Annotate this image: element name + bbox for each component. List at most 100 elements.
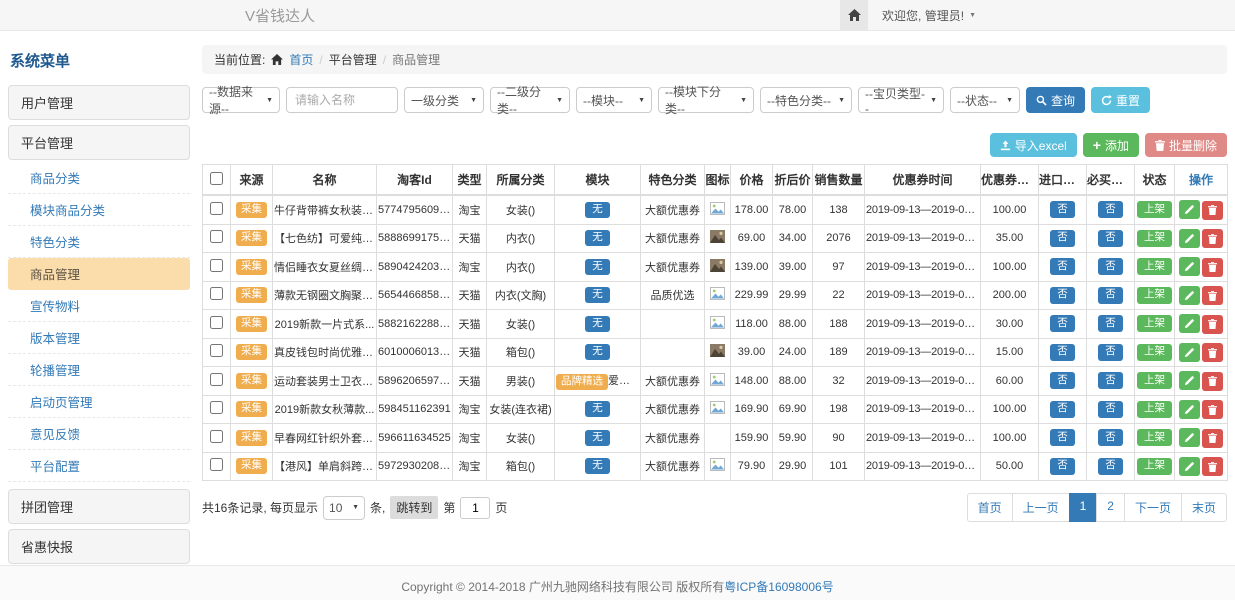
filter-select[interactable]: --模块下分类--▼ <box>658 87 754 113</box>
reset-button[interactable]: 重置 <box>1091 87 1150 113</box>
edit-button[interactable] <box>1179 457 1200 476</box>
edit-button[interactable] <box>1179 257 1200 276</box>
must-buy-toggle[interactable]: 否 <box>1098 230 1123 247</box>
must-buy-toggle[interactable]: 否 <box>1098 315 1123 332</box>
edit-button[interactable] <box>1179 400 1200 419</box>
delete-button[interactable] <box>1202 286 1223 305</box>
sidebar-item[interactable]: 意见反馈 <box>8 418 190 450</box>
row-checkbox[interactable] <box>210 401 223 414</box>
sidebar-item[interactable]: 商品管理 <box>8 258 190 290</box>
import-select-toggle[interactable]: 否 <box>1050 287 1075 304</box>
sidebar-section-header[interactable]: 用户管理 <box>8 85 190 120</box>
must-buy-toggle[interactable]: 否 <box>1098 344 1123 361</box>
sidebar-item[interactable]: 平台配置 <box>8 450 190 482</box>
sidebar-item[interactable]: 宣传物料 <box>8 290 190 322</box>
delete-button[interactable] <box>1202 229 1223 248</box>
user-menu[interactable]: 欢迎您, 管理员! ▼ <box>868 0 990 30</box>
must-buy-toggle[interactable]: 否 <box>1098 401 1123 418</box>
import-excel-button[interactable]: 导入excel <box>990 133 1077 157</box>
status-toggle[interactable]: 上架 <box>1137 458 1172 475</box>
sidebar-item[interactable]: 模块商品分类 <box>8 194 190 226</box>
delete-button[interactable] <box>1202 429 1223 448</box>
breadcrumb-home-link[interactable]: 首页 <box>289 51 313 68</box>
filter-select[interactable]: --数据来源--▼ <box>202 87 280 113</box>
status-toggle[interactable]: 上架 <box>1137 230 1172 247</box>
delete-button[interactable] <box>1202 315 1223 334</box>
page-number-input[interactable] <box>460 497 490 519</box>
edit-button[interactable] <box>1179 200 1200 219</box>
row-checkbox[interactable] <box>210 458 223 471</box>
pager-item[interactable]: 1 <box>1069 493 1098 522</box>
must-buy-toggle[interactable]: 否 <box>1098 458 1123 475</box>
import-select-toggle[interactable]: 否 <box>1050 401 1075 418</box>
row-checkbox[interactable] <box>210 344 223 357</box>
sidebar-section-header[interactable]: 省惠快报 <box>8 529 190 564</box>
delete-button[interactable] <box>1202 400 1223 419</box>
row-checkbox[interactable] <box>210 287 223 300</box>
pager-item[interactable]: 下一页 <box>1124 493 1182 522</box>
delete-button[interactable] <box>1202 201 1223 220</box>
pager-item[interactable]: 2 <box>1096 493 1125 522</box>
status-toggle[interactable]: 上架 <box>1137 344 1172 361</box>
status-toggle[interactable]: 上架 <box>1137 315 1172 332</box>
row-checkbox[interactable] <box>210 230 223 243</box>
row-checkbox[interactable] <box>210 430 223 443</box>
pager-item[interactable]: 上一页 <box>1012 493 1070 522</box>
status-toggle[interactable]: 上架 <box>1137 258 1172 275</box>
add-button[interactable]: + 添加 <box>1083 133 1139 157</box>
filter-select[interactable]: --模块--▼ <box>576 87 652 113</box>
status-toggle[interactable]: 上架 <box>1137 287 1172 304</box>
name-search-input[interactable] <box>286 87 398 113</box>
must-buy-toggle[interactable]: 否 <box>1098 201 1123 218</box>
sidebar-item[interactable]: 启动页管理 <box>8 386 190 418</box>
icp-link[interactable]: 粤ICP备16098006号 <box>724 580 833 594</box>
edit-button[interactable] <box>1179 371 1200 390</box>
import-select-toggle[interactable]: 否 <box>1050 315 1075 332</box>
must-buy-toggle[interactable]: 否 <box>1098 429 1123 446</box>
row-checkbox[interactable] <box>210 316 223 329</box>
sidebar-section-header[interactable]: 平台管理 <box>8 125 190 160</box>
sidebar-item[interactable]: 特色分类 <box>8 226 190 258</box>
filter-select[interactable]: --宝贝类型--▼ <box>858 87 944 113</box>
must-buy-toggle[interactable]: 否 <box>1098 258 1123 275</box>
sidebar-section-header[interactable]: 拼团管理 <box>8 489 190 524</box>
pager-item[interactable]: 末页 <box>1181 493 1227 522</box>
row-checkbox[interactable] <box>210 259 223 272</box>
row-checkbox[interactable] <box>210 373 223 386</box>
filter-select[interactable]: --二级分类--▼ <box>490 87 570 113</box>
import-select-toggle[interactable]: 否 <box>1050 429 1075 446</box>
edit-button[interactable] <box>1179 314 1200 333</box>
per-page-select[interactable]: 10 ▼ <box>323 496 365 520</box>
import-select-toggle[interactable]: 否 <box>1050 458 1075 475</box>
import-select-toggle[interactable]: 否 <box>1050 201 1075 218</box>
delete-button[interactable] <box>1202 372 1223 391</box>
sidebar-item[interactable]: 商品分类 <box>8 162 190 194</box>
batch-delete-button[interactable]: 批量删除 <box>1145 133 1227 157</box>
edit-button[interactable] <box>1179 428 1200 447</box>
sidebar-item[interactable]: 轮播管理 <box>8 354 190 386</box>
delete-button[interactable] <box>1202 457 1223 476</box>
status-toggle[interactable]: 上架 <box>1137 429 1172 446</box>
search-button[interactable]: 查询 <box>1026 87 1085 113</box>
status-toggle[interactable]: 上架 <box>1137 401 1172 418</box>
filter-select[interactable]: 一级分类▼ <box>404 87 484 113</box>
edit-button[interactable] <box>1179 286 1200 305</box>
status-toggle[interactable]: 上架 <box>1137 201 1172 218</box>
select-all-checkbox[interactable] <box>210 172 223 185</box>
import-select-toggle[interactable]: 否 <box>1050 230 1075 247</box>
delete-button[interactable] <box>1202 343 1223 362</box>
import-select-toggle[interactable]: 否 <box>1050 258 1075 275</box>
filter-select[interactable]: --状态--▼ <box>950 87 1020 113</box>
must-buy-toggle[interactable]: 否 <box>1098 372 1123 389</box>
filter-select[interactable]: --特色分类--▼ <box>760 87 852 113</box>
import-select-toggle[interactable]: 否 <box>1050 344 1075 361</box>
status-toggle[interactable]: 上架 <box>1137 372 1172 389</box>
edit-button[interactable] <box>1179 229 1200 248</box>
edit-button[interactable] <box>1179 343 1200 362</box>
pager-item[interactable]: 首页 <box>967 493 1013 522</box>
import-select-toggle[interactable]: 否 <box>1050 372 1075 389</box>
row-checkbox[interactable] <box>210 202 223 215</box>
home-button[interactable] <box>840 0 868 30</box>
sidebar-item[interactable]: 版本管理 <box>8 322 190 354</box>
must-buy-toggle[interactable]: 否 <box>1098 287 1123 304</box>
